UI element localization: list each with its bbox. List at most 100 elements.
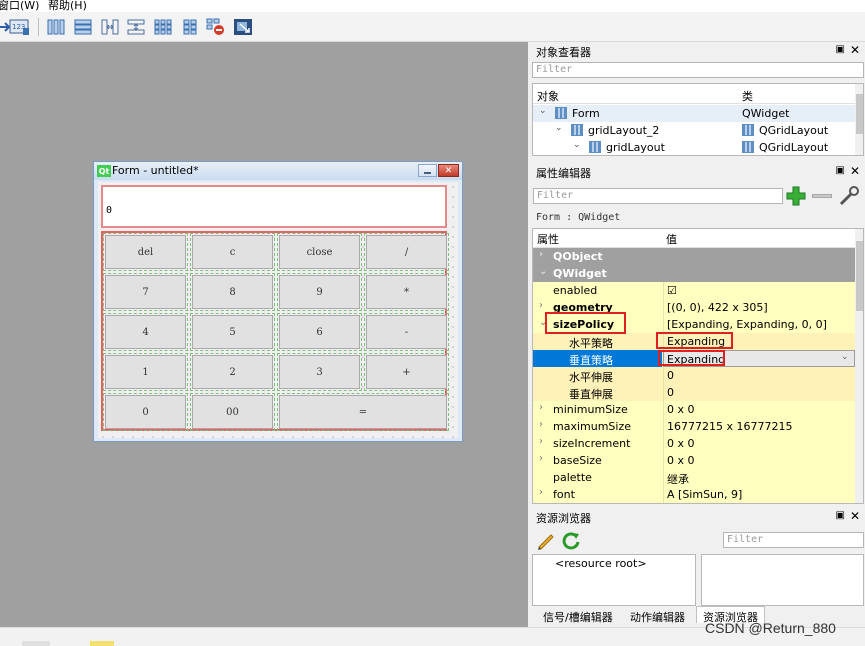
property-category-qwidget[interactable]: ⌄ QWidget [533, 265, 855, 282]
calc-button-plus[interactable]: + [364, 353, 449, 391]
property-value[interactable]: 0 [663, 367, 855, 384]
grid-layout-icon [742, 124, 754, 136]
property-row-vertical-stretch[interactable]: 垂直伸展 0 [533, 384, 855, 401]
tab-order-icon[interactable]: 123 [9, 17, 29, 37]
resource-list[interactable] [701, 554, 864, 606]
tree-row-gridlayout-2[interactable]: ⌄ gridLayout_2 QGridLayout [533, 122, 855, 139]
calc-button-del[interactable]: del [103, 233, 188, 271]
calc-button-close[interactable]: close [277, 233, 362, 271]
property-name: palette [553, 471, 592, 484]
highlight-sizepolicy [545, 312, 626, 334]
tab-signal-slot-editor[interactable]: 信号/槽编辑器 [536, 606, 620, 624]
calc-button-multiply[interactable]: * [364, 273, 449, 311]
property-category-qobject[interactable]: › QObject [533, 248, 855, 265]
chevron-down-icon[interactable]: ⌄ [841, 352, 849, 362]
property-value[interactable]: 0 [663, 384, 855, 401]
remove-property-icon[interactable] [812, 194, 832, 198]
float-icon[interactable]: ▣ [836, 510, 845, 521]
calc-button-equals[interactable]: = [277, 393, 449, 431]
float-icon[interactable]: ▣ [836, 165, 845, 176]
expand-icon[interactable]: ⌄ [573, 140, 581, 150]
property-row-basesize[interactable]: › baseSize 0 x 0 [533, 452, 855, 469]
calc-button-divide[interactable]: / [364, 233, 449, 271]
minimize-icon[interactable] [418, 164, 437, 177]
calc-button-grid: del c close/7 8 9 * 4 5 6-1 2 3 +0 00 = [101, 231, 449, 431]
wrench-icon[interactable] [838, 185, 860, 207]
calc-button-7[interactable]: 7 [103, 273, 188, 311]
enabled-checkbox[interactable]: ☑ [663, 282, 855, 299]
calc-button-8[interactable]: 8 [190, 273, 275, 311]
form-window[interactable]: Qt Form - untitled* ✕ 0 del c close/ 7 8 9 * 4 5… [93, 161, 463, 442]
col-value: 值 [666, 233, 677, 246]
property-value[interactable]: [Expanding, Expanding, 0, 0] [663, 316, 855, 333]
splitter-vertical-icon[interactable] [126, 17, 146, 37]
property-value[interactable]: 0 x 0 [663, 401, 855, 418]
break-layout-icon[interactable] [206, 17, 226, 37]
object-filter-input[interactable]: Filter [532, 62, 864, 78]
calc-button-9[interactable]: 9 [277, 273, 362, 311]
property-editor-title: 属性编辑器 ▣ ✕ [530, 164, 865, 181]
property-name: 垂直策略 [533, 350, 662, 367]
layout-vertical-icon[interactable] [73, 17, 93, 37]
close-icon[interactable]: ✕ [438, 164, 459, 177]
tree-row-name: gridLayout [606, 141, 665, 154]
property-name: 水平伸展 [569, 371, 613, 384]
property-value[interactable]: 16777215 x 16777215 [663, 418, 855, 435]
splitter-horizontal-icon[interactable] [100, 17, 120, 37]
property-name: 水平策略 [569, 337, 613, 350]
property-value[interactable]: [(0, 0), 422 x 305] [663, 299, 855, 316]
expand-icon[interactable]: ⌄ [555, 123, 563, 133]
form-titlebar[interactable]: Qt Form - untitled* ✕ [94, 162, 462, 180]
tab-action-editor[interactable]: 动作编辑器 [623, 606, 692, 624]
property-name: baseSize [553, 454, 602, 467]
highlight-vertical-policy [658, 350, 725, 366]
calc-button-5[interactable]: 5 [190, 313, 275, 351]
property-filter-input[interactable]: Filter [533, 188, 783, 204]
calc-button-6[interactable]: 6 [277, 313, 362, 351]
property-value[interactable]: 0 x 0 [663, 435, 855, 452]
resource-filter-input[interactable]: Filter [723, 532, 864, 548]
close-icon[interactable]: ✕ [850, 43, 860, 57]
close-icon[interactable]: ✕ [850, 509, 860, 523]
expand-icon[interactable]: ⌄ [539, 106, 547, 116]
calc-button-00[interactable]: 00 [190, 393, 275, 431]
calc-button-1[interactable]: 1 [103, 353, 188, 391]
float-icon[interactable]: ▣ [836, 44, 845, 55]
layout-form-icon[interactable] [153, 17, 173, 37]
property-row-horizontal-stretch[interactable]: 水平伸展 0 [533, 367, 855, 384]
object-tree: 对象 类 ⌄ Form QWidget ⌄ gridLayout_2 QGrid… [532, 83, 864, 156]
adjust-size-icon[interactable] [233, 17, 253, 37]
property-name: minimumSize [553, 403, 628, 416]
resource-root-item[interactable]: <resource root> [555, 557, 647, 570]
edit-resources-icon[interactable] [536, 530, 556, 550]
calc-button-minus[interactable]: - [364, 313, 449, 351]
reload-icon[interactable] [561, 530, 581, 550]
property-value[interactable]: 继承 [663, 469, 855, 486]
calc-button-0[interactable]: 0 [103, 393, 188, 431]
col-class: 类 [742, 90, 753, 103]
calc-display[interactable]: 0 [101, 185, 447, 228]
add-dynamic-property-icon[interactable] [785, 185, 807, 207]
menu-bar: 窗口(W) 帮助(H) [0, 0, 865, 12]
property-table-scrollbar[interactable] [855, 229, 863, 503]
layout-horizontal-icon[interactable] [46, 17, 66, 37]
tree-row-form[interactable]: ⌄ Form QWidget [533, 105, 855, 122]
property-value[interactable]: 0 x 0 [663, 452, 855, 469]
calc-button-4[interactable]: 4 [103, 313, 188, 351]
resource-tree[interactable]: <resource root> [532, 554, 696, 606]
property-row-sizeincrement[interactable]: › sizeIncrement 0 x 0 [533, 435, 855, 452]
form-title: Form - untitled* [112, 164, 199, 177]
property-row-minimumsize[interactable]: › minimumSize 0 x 0 [533, 401, 855, 418]
property-row-maximumsize[interactable]: › maximumSize 16777215 x 16777215 [533, 418, 855, 435]
property-row-enabled[interactable]: enabled ☑ [533, 282, 855, 299]
close-icon[interactable]: ✕ [850, 164, 860, 178]
object-tree-scrollbar[interactable] [855, 84, 863, 155]
calc-button-c[interactable]: c [190, 233, 275, 271]
property-row-font[interactable]: › font A [SimSun, 9] [533, 486, 855, 503]
tree-row-gridlayout[interactable]: ⌄ gridLayout QGridLayout [533, 139, 855, 155]
property-row-palette[interactable]: palette 继承 [533, 469, 855, 486]
calc-button-2[interactable]: 2 [190, 353, 275, 391]
layout-grid-icon[interactable] [180, 17, 200, 37]
calc-button-3[interactable]: 3 [277, 353, 362, 391]
property-value[interactable]: A [SimSun, 9] [663, 486, 855, 503]
